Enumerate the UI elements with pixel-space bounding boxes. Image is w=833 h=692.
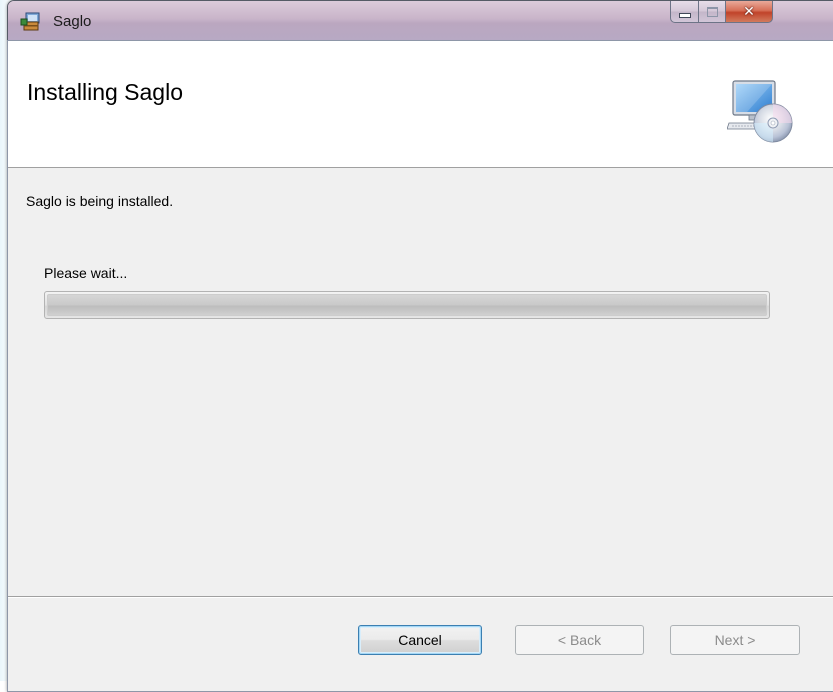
progress-track <box>47 294 767 316</box>
header-banner: Installing Saglo <box>8 41 833 168</box>
installer-package-icon[interactable] <box>20 10 42 32</box>
back-button: < Back <box>515 625 644 655</box>
computer-cd-icon <box>726 77 795 145</box>
minimize-button[interactable] <box>670 1 699 23</box>
dialog-client-area: Installing Saglo Saglo is being installe… <box>7 40 833 692</box>
title-bar[interactable]: Saglo ✕ <box>8 1 833 41</box>
next-button: Next > <box>670 625 800 655</box>
close-icon: ✕ <box>743 3 755 20</box>
caption-buttons: ✕ <box>670 1 773 23</box>
minimize-icon <box>678 13 691 18</box>
page-title: Installing Saglo <box>27 79 183 105</box>
maximize-icon <box>706 6 718 17</box>
install-progress-bar <box>44 291 770 319</box>
maximize-button <box>699 1 726 23</box>
close-button[interactable]: ✕ <box>726 1 773 23</box>
window-title: Saglo <box>53 13 92 30</box>
install-status-text: Saglo is being installed. <box>26 193 174 209</box>
please-wait-label: Please wait... <box>44 265 128 281</box>
footer-separator <box>8 596 833 598</box>
cancel-button[interactable]: Cancel <box>358 625 482 655</box>
